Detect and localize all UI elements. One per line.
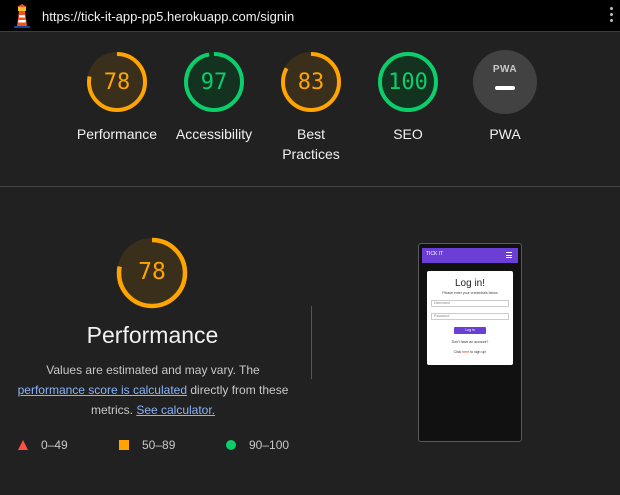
gauge-label: SEO [393, 126, 423, 142]
triangle-icon [18, 440, 28, 450]
square-icon [119, 440, 129, 450]
gauge-seo[interactable]: 100 SEO [358, 50, 458, 144]
gauge-pwa[interactable]: PWA PWA [455, 50, 555, 144]
gauge-label: PWA [489, 126, 521, 142]
screenshot-navbar: TICK IT [422, 248, 518, 263]
gauge-label: Best Practices [282, 126, 340, 162]
performance-title: Performance [86, 322, 219, 348]
gauge-score: 78 [103, 70, 131, 95]
legend-range: 0–49 [41, 438, 68, 452]
top-bar: https://tick-it-app-pp5.herokuapp.com/si… [0, 0, 620, 32]
performance-gauge-large: 78 [115, 236, 189, 310]
screenshot-signup-text: Click here to sign up! [453, 350, 487, 354]
gauge-score: 100 [388, 70, 428, 95]
pwa-badge-icon [473, 50, 537, 114]
divider [311, 306, 312, 379]
gauge-score: 97 [200, 70, 228, 95]
score-calculated-link[interactable]: performance score is calculated [18, 383, 187, 397]
screenshot-login-button: Log in [454, 327, 486, 334]
screenshot-title: Log in! [454, 278, 486, 289]
screenshot-password-field: Password [431, 313, 509, 320]
legend-range: 90–100 [249, 438, 290, 452]
kebab-menu-icon[interactable] [610, 7, 614, 25]
screenshot-brand: TICK IT [426, 251, 444, 257]
gauge-best-practices[interactable]: 83 Best Practices [261, 50, 361, 164]
gauge-label: Performance [76, 126, 158, 142]
performance-description: Values are estimated and may vary. The p… [12, 360, 294, 420]
lighthouse-icon [14, 4, 30, 28]
see-calculator-link[interactable]: See calculator. [136, 403, 215, 417]
circle-icon [226, 440, 236, 450]
screenshot-login-card: Log in! Please enter your credentials be… [427, 271, 513, 365]
screenshot-username-field: Username [431, 300, 509, 307]
gauge-score: 83 [297, 70, 325, 95]
hamburger-icon [506, 252, 512, 260]
performance-score: 78 [138, 259, 166, 285]
pwa-badge-text: PWA [492, 64, 518, 75]
score-gauges: 78 Performance 97 Accessibility 83 Best … [0, 32, 620, 187]
page-screenshot-thumbnail[interactable]: TICK IT Log in! Please enter your creden… [418, 243, 522, 442]
description-text: Values are estimated and may vary. The [46, 363, 260, 377]
screenshot-no-account: Don't have an account? [451, 340, 489, 344]
screenshot-subtitle: Please enter your credentials below [442, 291, 498, 295]
gauge-accessibility[interactable]: 97 Accessibility [164, 50, 264, 144]
legend-range: 50–89 [142, 438, 176, 452]
gauge-label: Accessibility [175, 126, 253, 142]
gauge-performance[interactable]: 78 Performance [67, 50, 167, 144]
url-text: https://tick-it-app-pp5.herokuapp.com/si… [42, 9, 295, 24]
